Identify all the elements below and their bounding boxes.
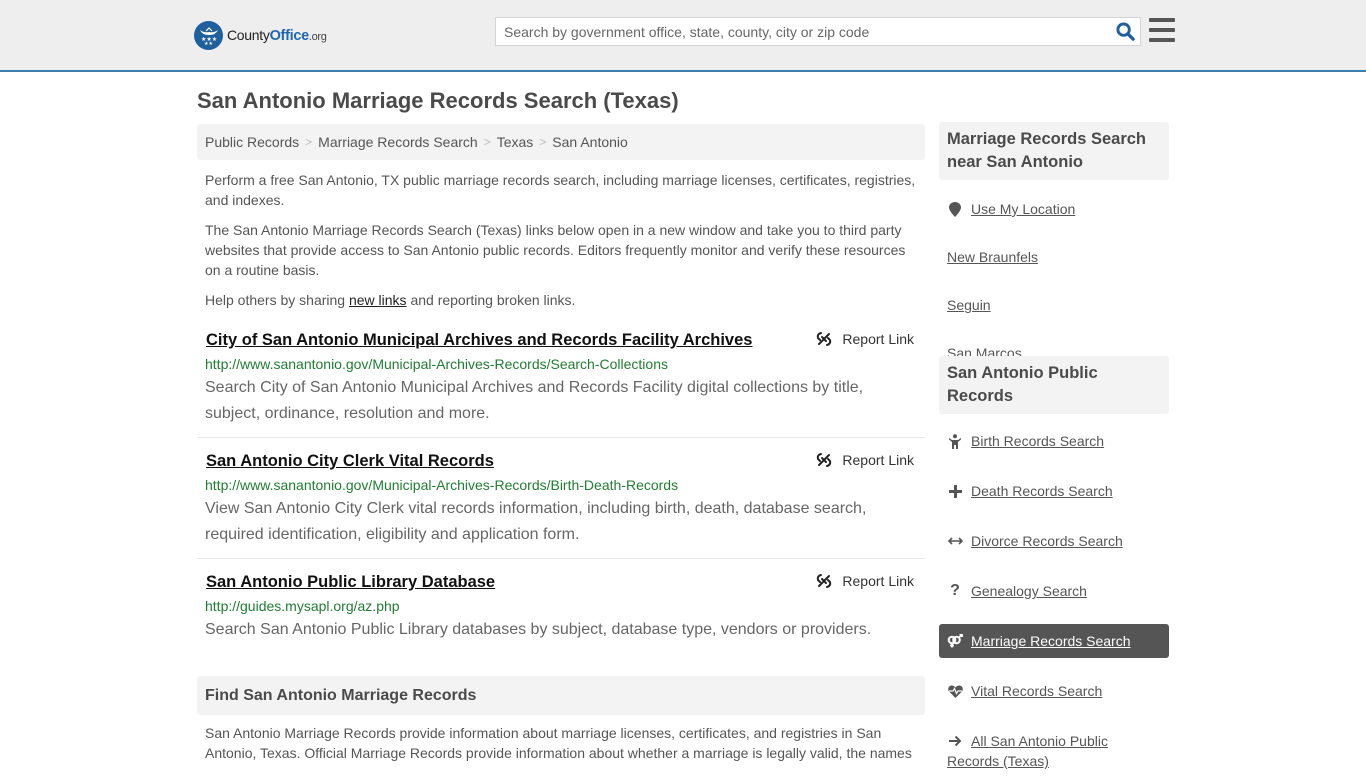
- sidebar-public-records: San Antonio Public Records Birth Records…: [939, 356, 1169, 780]
- page-title: San Antonio Marriage Records Search (Tex…: [197, 88, 679, 113]
- result-description: Search City of San Antonio Municipal Arc…: [205, 379, 864, 422]
- report-link-button[interactable]: Report Link: [816, 573, 914, 589]
- intro-paragraph: The San Antonio Marriage Records Search …: [205, 222, 906, 278]
- sidebar-item-all-public-records[interactable]: All San Antonio Public Records (Texas): [939, 724, 1169, 778]
- breadcrumb-san-antonio[interactable]: San Antonio: [552, 134, 628, 150]
- nearby-city-item[interactable]: New Braunfels: [939, 240, 1169, 274]
- broken-link-icon: [817, 574, 832, 588]
- sidebar-item-marriage-records[interactable]: Marriage Records Search: [939, 624, 1169, 658]
- svg-text:★★: ★★: [204, 41, 213, 46]
- result-item: San Antonio City Clerk Vital Records Rep…: [197, 448, 925, 559]
- breadcrumb-marriage-records-search[interactable]: Marriage Records Search: [318, 134, 478, 150]
- hamburger-menu-icon[interactable]: [1149, 18, 1175, 42]
- venus-mars-icon: [947, 631, 963, 651]
- intro-paragraph: Help others by sharing new links and rep…: [205, 292, 576, 308]
- report-link-button[interactable]: Report Link: [816, 452, 914, 468]
- search-button[interactable]: [1110, 18, 1140, 45]
- result-url: http://www.sanantonio.gov/Municipal-Arch…: [205, 477, 679, 493]
- sidebar-item-divorce-records[interactable]: Divorce Records Search: [939, 524, 1169, 558]
- broken-link-icon: [817, 453, 832, 467]
- breadcrumb-separator: >: [539, 135, 547, 149]
- sidebar-item-vital-records[interactable]: Vital Records Search: [939, 674, 1169, 708]
- result-description: Search San Antonio Public Library databa…: [205, 621, 872, 638]
- map-marker-icon: [947, 199, 963, 219]
- result-title-link[interactable]: San Antonio City Clerk Vital Records: [206, 448, 494, 474]
- sidebar-nearby: Marriage Records Search near San Antonio…: [939, 122, 1169, 372]
- find-records-body: San Antonio Marriage Records provide inf…: [205, 725, 912, 761]
- results-list: City of San Antonio Municipal Archives a…: [197, 327, 925, 663]
- new-links-link[interactable]: new links: [349, 292, 407, 308]
- broken-link-icon: [817, 332, 832, 346]
- cross-icon: [947, 481, 963, 501]
- use-my-location-link[interactable]: Use My Location: [971, 199, 1075, 219]
- eagle-logo-icon: ★★★ ★★: [194, 20, 223, 50]
- result-item: City of San Antonio Municipal Archives a…: [197, 327, 925, 438]
- search-icon: [1115, 22, 1135, 41]
- find-records-heading: Find San Antonio Marriage Records: [197, 676, 925, 715]
- intro-paragraph: Perform a free San Antonio, TX public ma…: [205, 172, 916, 208]
- question-icon: ?: [950, 582, 960, 599]
- intro-text: Perform a free San Antonio, TX public ma…: [205, 170, 921, 320]
- search-bar: [495, 17, 1141, 46]
- result-description: View San Antonio City Clerk vital record…: [205, 500, 867, 543]
- child-icon: [947, 431, 963, 451]
- result-title-link[interactable]: City of San Antonio Municipal Archives a…: [206, 327, 752, 353]
- breadcrumb-separator: >: [305, 135, 313, 149]
- result-url: http://guides.mysapl.org/az.php: [205, 598, 400, 614]
- result-item: San Antonio Public Library Database Repo…: [197, 569, 925, 653]
- sidebar-nearby-heading: Marriage Records Search near San Antonio: [939, 122, 1169, 180]
- breadcrumb-separator: >: [483, 135, 491, 149]
- arrows-horizontal-icon: [947, 531, 963, 551]
- use-my-location-item[interactable]: Use My Location: [939, 192, 1169, 226]
- arrow-right-icon: [947, 731, 963, 751]
- result-title-link[interactable]: San Antonio Public Library Database: [206, 569, 495, 595]
- heartbeat-icon: [947, 681, 963, 701]
- breadcrumb-public-records[interactable]: Public Records: [205, 134, 299, 150]
- nearby-city-link[interactable]: Seguin: [947, 295, 991, 315]
- sidebar-item-death-records[interactable]: Death Records Search: [939, 474, 1169, 508]
- sidebar-item-genealogy[interactable]: ? Genealogy Search: [939, 574, 1169, 608]
- site-logo[interactable]: ★★★ ★★ CountyOffice.org: [194, 20, 327, 50]
- search-input[interactable]: [496, 18, 1110, 45]
- breadcrumb: Public Records > Marriage Records Search…: [197, 124, 925, 160]
- breadcrumb-texas[interactable]: Texas: [497, 134, 534, 150]
- nearby-city-item[interactable]: Seguin: [939, 288, 1169, 322]
- site-header: ★★★ ★★ CountyOffice.org: [0, 0, 1366, 72]
- result-url: http://www.sanantonio.gov/Municipal-Arch…: [205, 356, 668, 372]
- report-link-button[interactable]: Report Link: [816, 331, 914, 347]
- logo-text: CountyOffice.org: [227, 26, 327, 44]
- sidebar-public-records-heading: San Antonio Public Records: [939, 356, 1169, 414]
- sidebar-item-birth-records[interactable]: Birth Records Search: [939, 424, 1169, 458]
- nearby-city-link[interactable]: New Braunfels: [947, 247, 1038, 267]
